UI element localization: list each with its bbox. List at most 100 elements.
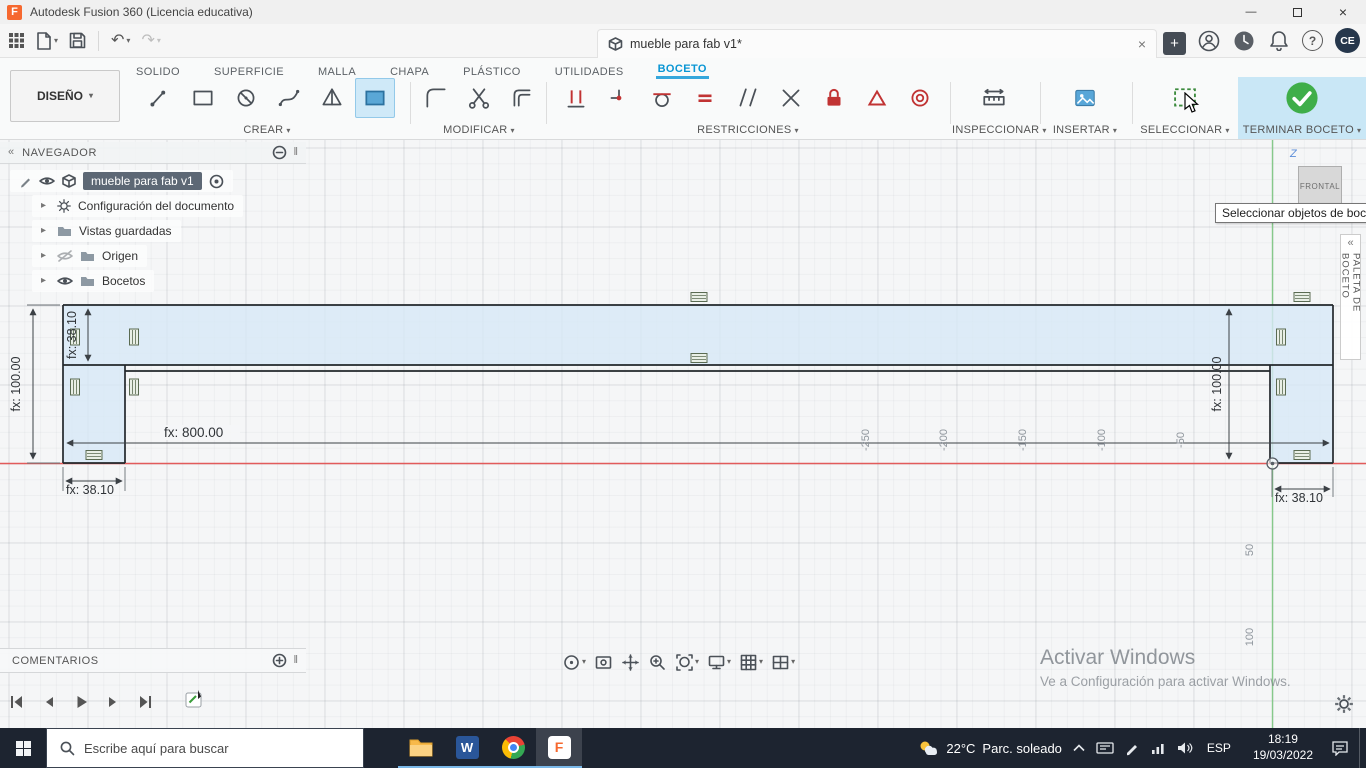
job-status-button[interactable] <box>1232 29 1255 52</box>
touch-keyboard-button[interactable] <box>1096 741 1114 755</box>
taskbar-chrome-button[interactable] <box>490 728 536 768</box>
line-tool-button[interactable] <box>140 78 180 118</box>
orbit-button[interactable]: ▾ <box>560 652 588 673</box>
taskbar-weather[interactable]: 22°C Parc. soleado <box>917 739 1062 757</box>
document-root-label[interactable]: mueble para fab v1 <box>83 172 202 190</box>
taskbar-fusion-button[interactable]: F <box>536 728 582 768</box>
group-seleccionar-label[interactable]: SELECCIONAR ▾ <box>1134 124 1236 136</box>
rectangle-2point-tool-button[interactable] <box>354 78 395 118</box>
eye-icon[interactable] <box>57 275 73 287</box>
offset-tool-button[interactable] <box>502 78 542 118</box>
action-center-button[interactable] <box>1331 740 1349 756</box>
viewports-button[interactable]: ▾ <box>769 652 797 673</box>
pen-input-button[interactable] <box>1124 740 1140 756</box>
expand-icon[interactable]: ▸ <box>41 201 50 211</box>
document-tab[interactable]: mueble para fab v1* × <box>597 29 1157 58</box>
spline-tool-button[interactable] <box>269 78 309 118</box>
network-button[interactable] <box>1150 741 1166 755</box>
taskbar-clock[interactable]: 18:19 19/03/2022 <box>1245 732 1321 763</box>
save-button[interactable] <box>67 30 88 51</box>
search-input[interactable] <box>84 740 324 756</box>
group-terminar-label[interactable]: TERMINAR BOCETO ▾ <box>1238 124 1366 136</box>
group-modificar-label[interactable]: MODIFICAR ▾ <box>414 124 544 136</box>
timeline-play-button[interactable] <box>70 691 92 713</box>
insert-image-button[interactable] <box>1065 78 1105 118</box>
maximize-button[interactable] <box>1274 0 1320 24</box>
timeline-go-to-start-button[interactable] <box>6 691 28 713</box>
start-button[interactable] <box>0 728 46 768</box>
tree-row-sketches[interactable]: ▸ Bocetos <box>32 270 155 292</box>
polygon-tool-button[interactable] <box>312 78 352 118</box>
timeline-go-to-end-button[interactable] <box>134 691 156 713</box>
panel-handle-icon[interactable]: ‖ <box>293 147 298 158</box>
taskbar-explorer-button[interactable] <box>398 728 444 768</box>
eye-icon[interactable] <box>39 175 55 187</box>
grid-settings-button[interactable]: ▾ <box>737 652 765 673</box>
circle-tool-button[interactable] <box>226 78 266 118</box>
minimize-button[interactable]: — <box>1228 0 1274 24</box>
group-crear-label[interactable]: CREAR ▾ <box>126 124 408 136</box>
workspace-selector[interactable]: DISEÑO ▾ <box>10 70 120 122</box>
finish-sketch-button[interactable] <box>1282 78 1322 118</box>
trim-tool-button[interactable] <box>459 78 499 118</box>
panel-handle-icon[interactable]: ‖ <box>293 655 298 666</box>
expand-icon[interactable]: ▸ <box>41 251 50 261</box>
pan-button[interactable] <box>619 652 642 673</box>
sketch-origin-point[interactable] <box>1266 457 1279 470</box>
volume-button[interactable] <box>1176 741 1193 755</box>
help-button[interactable]: ? <box>1302 30 1323 51</box>
close-button[interactable]: × <box>1320 0 1366 24</box>
tab-close-icon[interactable]: × <box>1138 36 1146 52</box>
tray-overflow-button[interactable] <box>1072 743 1086 753</box>
tangent-constraint-button[interactable] <box>642 78 682 118</box>
measure-tool-button[interactable] <box>974 78 1014 118</box>
viewcube-front-face[interactable]: FRONTAL <box>1298 166 1342 206</box>
comments-bar[interactable]: COMENTARIOS ‖ <box>0 648 306 673</box>
tree-row-document-settings[interactable]: ▸ Configuración del documento <box>32 195 244 217</box>
horizontal-vertical-constraint-button[interactable] <box>556 78 596 118</box>
tree-row-saved-views[interactable]: ▸ Vistas guardadas <box>32 220 181 242</box>
sketch-palette-panel[interactable]: « PALETA DE BOCETO <box>1340 234 1362 360</box>
timeline-sketch-marker[interactable] <box>184 688 208 715</box>
rectangle-tool-button[interactable] <box>183 78 223 118</box>
group-insertar-label[interactable]: INSERTAR ▾ <box>1042 124 1128 136</box>
redo-button[interactable]: ↷ ▾ <box>139 31 162 51</box>
timeline-step-back-button[interactable] <box>38 691 60 713</box>
tree-row-document-root[interactable]: mueble para fab v1 <box>10 170 233 192</box>
modeling-canvas[interactable]: fx: 100.00 fx: 38.10 fx: 800.00 fx: 38.1… <box>0 140 1366 728</box>
preferences-gear-button[interactable] <box>1334 694 1354 717</box>
collapse-all-icon[interactable] <box>272 145 287 160</box>
expand-icon[interactable]: ▸ <box>41 276 50 286</box>
expand-icon[interactable]: ▸ <box>41 226 50 236</box>
app-grid-button[interactable] <box>6 30 27 51</box>
user-avatar[interactable]: CE <box>1335 28 1360 53</box>
group-restricciones-label[interactable]: RESTRICCIONES ▾ <box>550 124 946 136</box>
fix-constraint-button[interactable] <box>814 78 854 118</box>
collapse-panel-icon[interactable]: « <box>8 147 14 158</box>
group-inspeccionar-label[interactable]: INSPECCIONAR ▾ <box>952 124 1046 136</box>
perpendicular-constraint-button[interactable] <box>771 78 811 118</box>
profile-button[interactable] <box>1197 29 1220 52</box>
show-desktop-button[interactable] <box>1359 728 1364 768</box>
activate-radio-icon[interactable] <box>209 174 224 189</box>
equal-constraint-button[interactable] <box>685 78 725 118</box>
midpoint-constraint-button[interactable] <box>857 78 897 118</box>
taskbar-word-button[interactable]: W <box>444 728 490 768</box>
display-settings-button[interactable]: ▾ <box>705 652 733 673</box>
tree-row-origin[interactable]: ▸ Origen <box>32 245 148 267</box>
undo-button[interactable]: ↶ ▾ <box>109 31 132 51</box>
expand-panel-icon[interactable]: « <box>1347 238 1353 249</box>
parallel-constraint-button[interactable] <box>728 78 768 118</box>
coincident-constraint-button[interactable] <box>599 78 639 118</box>
notifications-button[interactable] <box>1267 29 1290 52</box>
language-indicator[interactable]: ESP <box>1203 741 1235 755</box>
eye-hidden-icon[interactable] <box>57 250 73 262</box>
add-comment-icon[interactable] <box>272 653 287 668</box>
fillet-tool-button[interactable] <box>416 78 456 118</box>
zoom-button[interactable] <box>646 652 669 673</box>
fit-button[interactable]: ▾ <box>673 652 701 673</box>
file-menu-button[interactable]: ▾ <box>34 30 60 52</box>
new-tab-button[interactable]: + <box>1163 32 1186 55</box>
concentric-constraint-button[interactable] <box>900 78 940 118</box>
sketch-profile-fill[interactable] <box>63 305 1333 463</box>
